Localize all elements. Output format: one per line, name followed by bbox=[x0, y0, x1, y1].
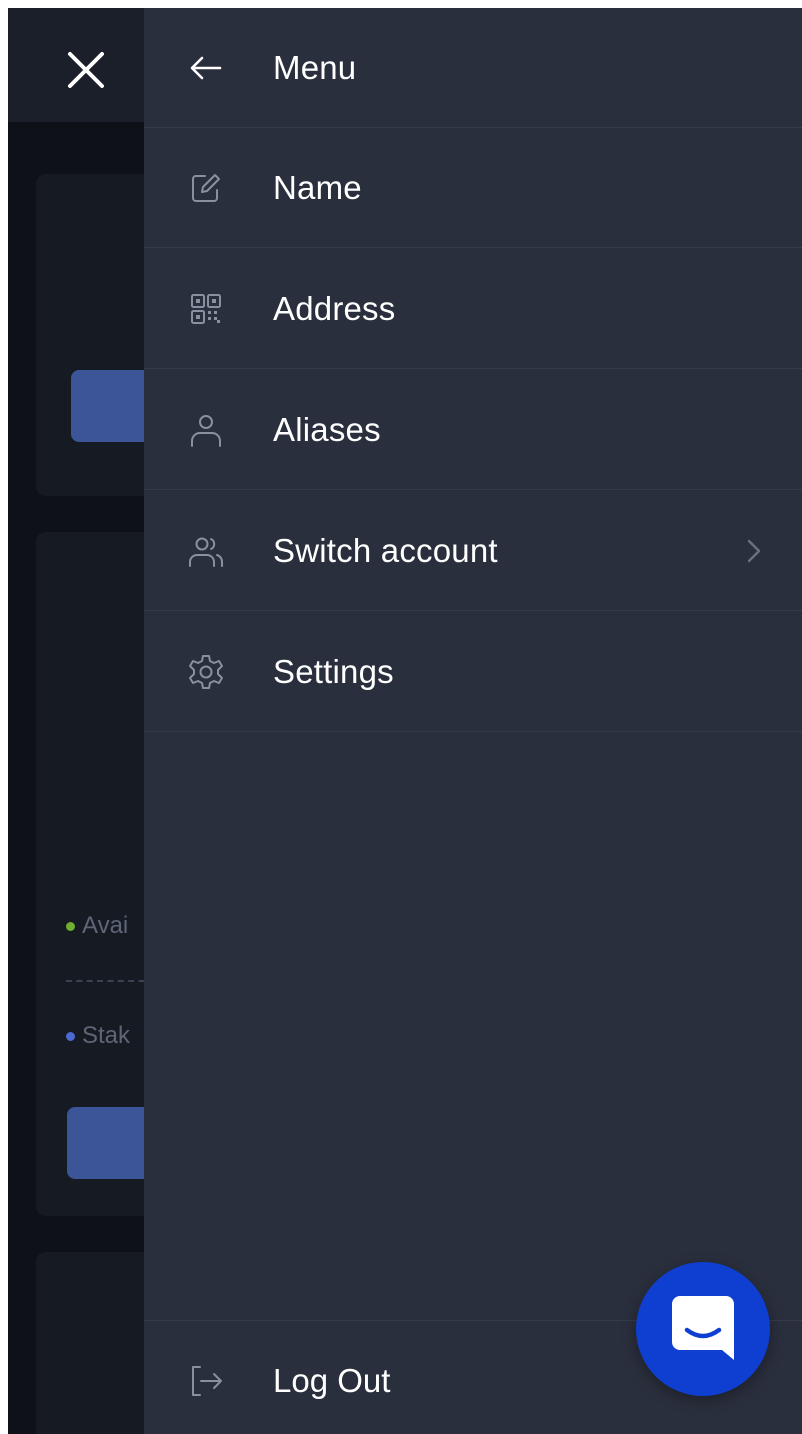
qr-code-icon bbox=[186, 289, 226, 329]
logout-icon bbox=[186, 1361, 226, 1401]
menu-item-label: Address bbox=[273, 289, 396, 327]
menu-item-settings[interactable]: Settings bbox=[144, 612, 802, 732]
legend-dot bbox=[66, 921, 75, 931]
legend-dot bbox=[66, 1031, 75, 1041]
menu-item-switch-account[interactable]: Switch account bbox=[144, 491, 802, 611]
chat-launcher-button[interactable] bbox=[636, 1262, 770, 1396]
drawer-header[interactable]: Menu bbox=[144, 8, 802, 128]
legend-label: Avai bbox=[82, 912, 129, 939]
gear-icon bbox=[186, 652, 226, 692]
drawer-title: Menu bbox=[273, 48, 357, 86]
close-button[interactable] bbox=[64, 48, 108, 92]
menu-item-label: Aliases bbox=[273, 410, 381, 448]
legend-label: Stak bbox=[82, 1022, 131, 1049]
side-drawer: Menu Name Address Aliases Switch account… bbox=[144, 8, 802, 1434]
menu-item-label: Name bbox=[273, 168, 362, 206]
users-icon bbox=[186, 531, 226, 571]
menu-item-address[interactable]: Address bbox=[144, 249, 802, 369]
menu-item-label: Settings bbox=[273, 652, 394, 690]
edit-icon bbox=[186, 168, 226, 208]
menu-item-aliases[interactable]: Aliases bbox=[144, 370, 802, 490]
logout-label: Log Out bbox=[273, 1361, 391, 1399]
chat-bubble-icon bbox=[672, 1296, 734, 1360]
app-screen: Avai Stak Menu Name Address Aliases Swit… bbox=[8, 8, 802, 1434]
arrow-left-icon[interactable] bbox=[186, 48, 226, 88]
close-icon bbox=[68, 52, 104, 88]
user-icon bbox=[186, 410, 226, 450]
menu-item-label: Switch account bbox=[273, 531, 498, 569]
legend-available: Avai bbox=[66, 912, 128, 940]
legend-staked: Stak bbox=[66, 1022, 130, 1050]
chevron-right-icon bbox=[740, 536, 766, 566]
app-header bbox=[8, 8, 148, 122]
menu-item-name[interactable]: Name bbox=[144, 128, 802, 248]
